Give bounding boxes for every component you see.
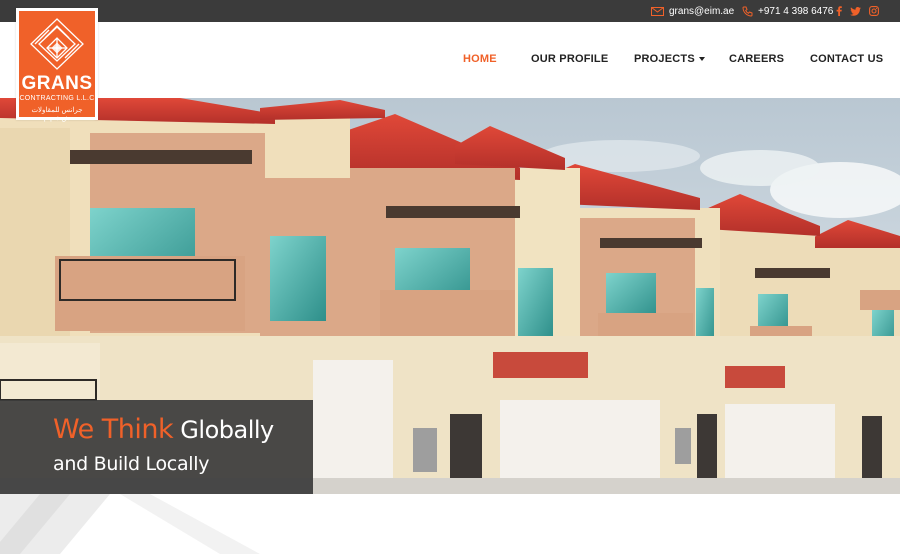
facebook-icon[interactable]	[836, 6, 842, 16]
nav-projects[interactable]: PROJECTS	[634, 53, 705, 65]
email-icon	[651, 6, 664, 16]
tagline-accent: We Think	[53, 414, 174, 445]
logo-subtitle: CONTRACTING L.L.C	[19, 95, 95, 102]
nav-careers[interactable]: CAREERS	[729, 53, 784, 65]
bottom-section	[0, 494, 900, 554]
social-links	[836, 0, 879, 22]
tagline-line-2: and Build Locally	[53, 453, 210, 475]
instagram-icon[interactable]	[869, 6, 879, 16]
tagline-rest: Globally	[173, 416, 274, 444]
email-contact[interactable]: grans@eim.ae	[651, 0, 734, 22]
tagline-line-1: We Think Globally	[53, 414, 274, 445]
nav-our-profile[interactable]: OUR PROFILE	[531, 53, 608, 65]
company-logo[interactable]: GRANS CONTRACTING L.L.C جرانس للمقاولات …	[16, 8, 98, 122]
phone-icon	[742, 6, 753, 17]
phone-text[interactable]: +971 4 398 6476	[758, 6, 833, 17]
nav-projects-label: PROJECTS	[634, 53, 695, 65]
top-bar: grans@eim.ae +971 4 398 6476	[0, 0, 900, 22]
caret-down-icon	[698, 57, 705, 62]
logo-wordmark: GRANS	[21, 73, 93, 94]
logo-arabic-name: جرانس للمقاولات ش.ذ.م.م	[31, 107, 83, 122]
twitter-icon[interactable]	[850, 6, 861, 16]
logo-mark-icon	[30, 18, 84, 70]
logo-badge: GRANS CONTRACTING L.L.C جرانس للمقاولات …	[19, 11, 95, 122]
decorative-background	[0, 494, 260, 554]
email-text[interactable]: grans@eim.ae	[669, 6, 734, 17]
nav-home[interactable]: HOME	[463, 53, 497, 65]
phone-contact[interactable]: +971 4 398 6476	[742, 0, 833, 22]
nav-contact-us[interactable]: CONTACT US	[810, 53, 883, 65]
